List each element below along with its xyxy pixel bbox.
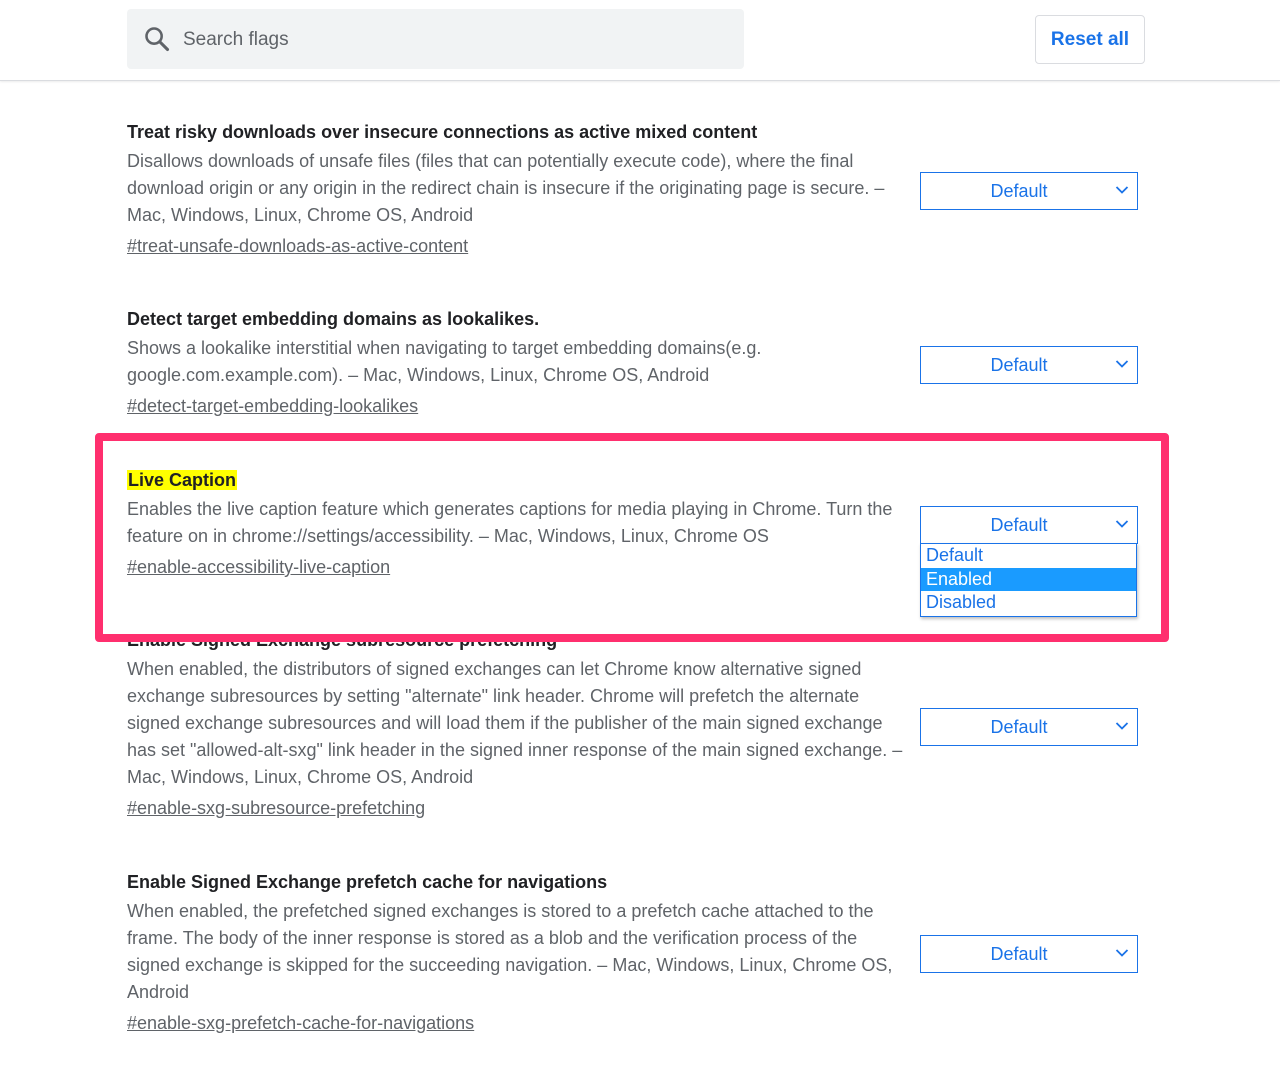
flag-title: Live Caption <box>127 470 238 490</box>
search-box[interactable] <box>127 9 744 69</box>
flag-item: Treat risky downloads over insecure conn… <box>127 119 907 259</box>
flag-permalink[interactable]: #detect-target-embedding-lookalikes <box>127 393 418 419</box>
flag-select[interactable]: Default <box>920 172 1138 210</box>
flag-permalink[interactable]: #treat-unsafe-downloads-as-active-conten… <box>127 233 468 259</box>
chevron-down-icon <box>1115 722 1129 730</box>
flag-title: Detect target embedding domains as looka… <box>127 309 540 329</box>
search-input[interactable] <box>181 21 725 59</box>
flag-description: When enabled, the distributors of signed… <box>127 659 903 787</box>
flag-item: Detect target embedding domains as looka… <box>127 306 907 419</box>
flag-title-row: Live Caption <box>127 467 907 493</box>
dropdown-option-disabled[interactable]: Disabled <box>921 591 1136 615</box>
flag-select-value: Default <box>990 944 1048 964</box>
flag-title: Enable Signed Exchange prefetch cache fo… <box>127 872 608 892</box>
chevron-down-icon <box>1115 360 1129 368</box>
chevron-down-icon <box>1115 186 1129 194</box>
flag-description: When enabled, the prefetched signed exch… <box>127 901 893 1002</box>
flag-permalink[interactable]: #enable-sxg-prefetch-cache-for-navigatio… <box>127 1010 474 1036</box>
flag-select[interactable]: Default <box>920 346 1138 384</box>
chevron-down-icon <box>1115 949 1129 957</box>
flag-item: Enable Signed Exchange subresource prefe… <box>127 627 907 821</box>
flag-select-value: Default <box>990 181 1048 201</box>
flag-select-value: Default <box>990 515 1048 535</box>
flags-header: Reset all <box>0 0 1280 81</box>
flag-select[interactable]: Default <box>920 935 1138 973</box>
flag-item-live-caption: Live Caption Enables the live caption fe… <box>127 467 907 580</box>
flag-description: Enables the live caption feature which g… <box>127 499 893 546</box>
live-caption-dropdown-list: Default Enabled Disabled <box>920 543 1137 617</box>
dropdown-option-default[interactable]: Default <box>921 544 1136 568</box>
live-caption-select[interactable]: Default <box>920 506 1138 544</box>
flag-title: Treat risky downloads over insecure conn… <box>127 122 758 142</box>
chevron-down-icon <box>1115 520 1129 528</box>
flag-item: Enable Signed Exchange prefetch cache fo… <box>127 869 907 1036</box>
dropdown-option-enabled[interactable]: Enabled <box>921 567 1136 591</box>
flag-permalink[interactable]: #enable-sxg-subresource-prefetching <box>127 795 425 821</box>
flag-select[interactable]: Default <box>920 708 1138 746</box>
reset-all-button[interactable]: Reset all <box>1035 15 1145 64</box>
search-icon <box>145 27 170 52</box>
flag-select-value: Default <box>990 355 1048 375</box>
flag-description: Shows a lookalike interstitial when navi… <box>127 338 762 385</box>
flag-description: Disallows downloads of unsafe files (fil… <box>127 151 885 225</box>
flag-permalink[interactable]: #enable-accessibility-live-caption <box>127 554 390 580</box>
flag-select-value: Default <box>990 717 1048 737</box>
